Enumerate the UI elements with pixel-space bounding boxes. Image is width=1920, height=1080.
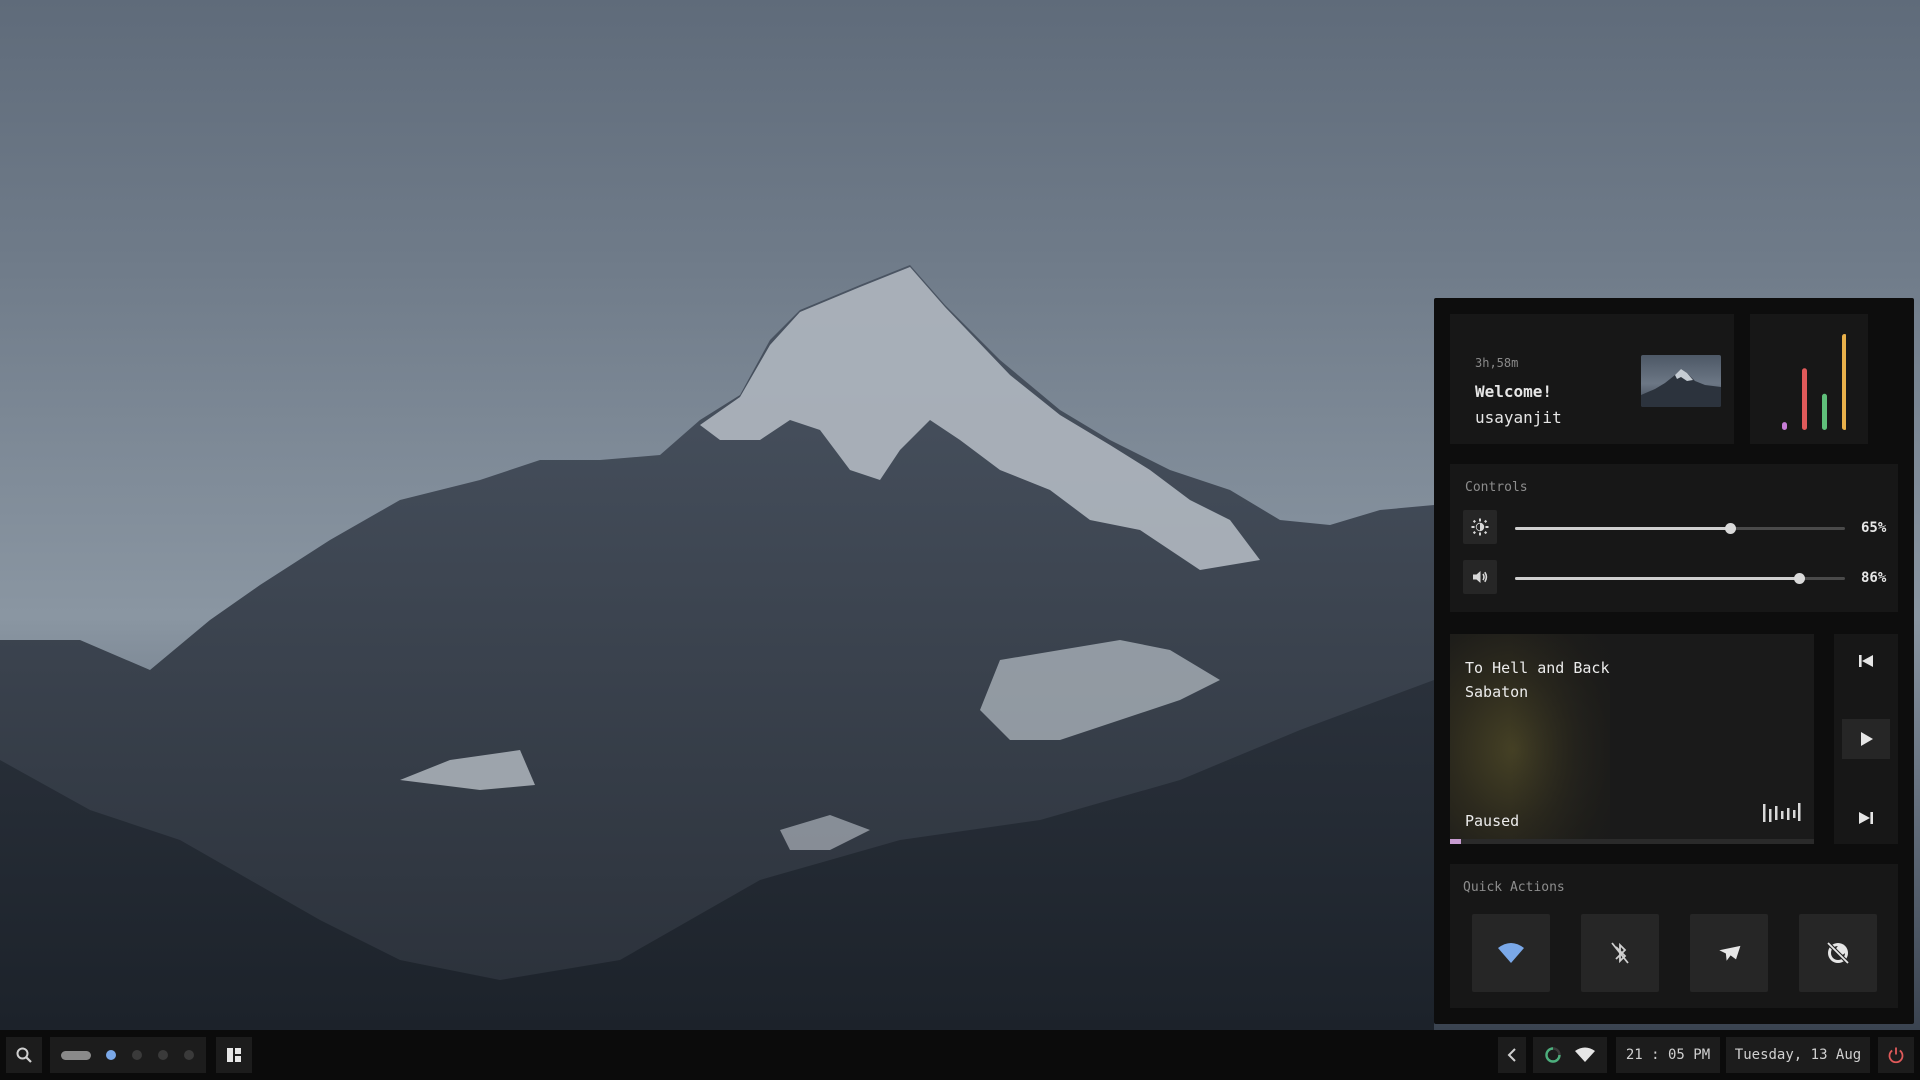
bluetooth-off-icon <box>1611 942 1629 964</box>
welcome-card: 3h,58m Welcome! usayanjit <box>1450 314 1734 444</box>
previous-track-button[interactable] <box>1834 641 1898 681</box>
workspace-dot-3[interactable] <box>158 1050 168 1060</box>
brightness-slider-fill <box>1515 527 1730 530</box>
media-controls <box>1834 634 1898 844</box>
wifi-toggle[interactable] <box>1472 914 1550 992</box>
date-text: Tuesday, 13 Aug <box>1734 1047 1862 1063</box>
stat-bar-1 <box>1782 422 1787 430</box>
brightness-value: 65% <box>1861 520 1887 536</box>
quick-actions-label: Quick Actions <box>1463 880 1565 895</box>
wifi-icon <box>1498 943 1524 963</box>
stat-bar-2 <box>1802 368 1807 430</box>
power-icon <box>1888 1047 1904 1064</box>
volume-slider[interactable] <box>1515 573 1845 584</box>
search-icon <box>16 1047 32 1063</box>
media-player-card: To Hell and Back Sabaton Paused <box>1450 634 1814 844</box>
brightness-icon[interactable] <box>1463 510 1497 544</box>
workspace-dot-2[interactable] <box>132 1050 142 1060</box>
date-display[interactable]: Tuesday, 13 Aug <box>1726 1037 1870 1073</box>
playback-status: Paused <box>1465 812 1520 830</box>
system-tray <box>1533 1037 1607 1073</box>
airplane-icon <box>1719 945 1741 961</box>
workspace-switcher <box>50 1037 206 1073</box>
track-artist: Sabaton <box>1465 683 1529 701</box>
volume-value: 86% <box>1861 570 1887 586</box>
uptime-text: 3h,58m <box>1475 356 1519 370</box>
stat-bar-3 <box>1822 393 1827 430</box>
volume-slider-handle[interactable] <box>1793 573 1805 584</box>
play-icon <box>1861 732 1873 746</box>
dashboard-toggle-button[interactable] <box>216 1037 252 1073</box>
search-button[interactable] <box>6 1037 42 1073</box>
volume-icon[interactable] <box>1463 560 1497 594</box>
brightness-slider[interactable] <box>1515 523 1845 534</box>
dashboard-panel: 3h,58m Welcome! usayanjit Controls 65% 8… <box>1434 298 1914 1024</box>
workspace-dot-1[interactable] <box>106 1050 116 1060</box>
workspace-indicator-pill[interactable] <box>61 1051 91 1060</box>
wifi-status-icon[interactable] <box>1574 1047 1596 1063</box>
battery-ring-icon[interactable] <box>1544 1046 1562 1064</box>
taskbar: 21 : 05 PM Tuesday, 13 Aug <box>0 1030 1920 1080</box>
username-text: usayanjit <box>1475 408 1562 427</box>
do-not-disturb-toggle[interactable] <box>1799 914 1877 992</box>
next-track-button[interactable] <box>1834 798 1898 838</box>
audio-visualizer-icon <box>1763 803 1801 822</box>
bluetooth-toggle[interactable] <box>1581 914 1659 992</box>
skip-previous-icon <box>1859 655 1873 667</box>
welcome-title: Welcome! <box>1475 382 1553 401</box>
controls-label: Controls <box>1465 480 1528 495</box>
do-not-disturb-icon <box>1826 941 1850 965</box>
system-stats-bars <box>1782 333 1846 430</box>
workspace-dot-4[interactable] <box>184 1050 194 1060</box>
controls-card: Controls 65% 86% <box>1450 464 1898 612</box>
layout-grid-icon <box>227 1048 241 1062</box>
airplane-mode-toggle[interactable] <box>1690 914 1768 992</box>
power-button[interactable] <box>1878 1037 1914 1073</box>
profile-image <box>1641 355 1721 407</box>
play-button[interactable] <box>1842 719 1890 759</box>
chevron-left-icon <box>1507 1048 1516 1062</box>
quick-actions-card: Quick Actions <box>1450 864 1898 1008</box>
skip-next-icon <box>1859 812 1873 824</box>
tray-expand-button[interactable] <box>1498 1037 1526 1073</box>
clock[interactable]: 21 : 05 PM <box>1616 1037 1720 1073</box>
stat-bar-4 <box>1842 333 1846 430</box>
playback-progress-fill <box>1450 839 1461 844</box>
clock-text: 21 : 05 PM <box>1625 1047 1711 1063</box>
track-title: To Hell and Back <box>1465 659 1610 677</box>
stats-card <box>1750 314 1868 444</box>
volume-slider-fill <box>1515 577 1799 580</box>
brightness-slider-handle[interactable] <box>1724 523 1736 534</box>
playback-progress-bar[interactable] <box>1450 839 1814 844</box>
